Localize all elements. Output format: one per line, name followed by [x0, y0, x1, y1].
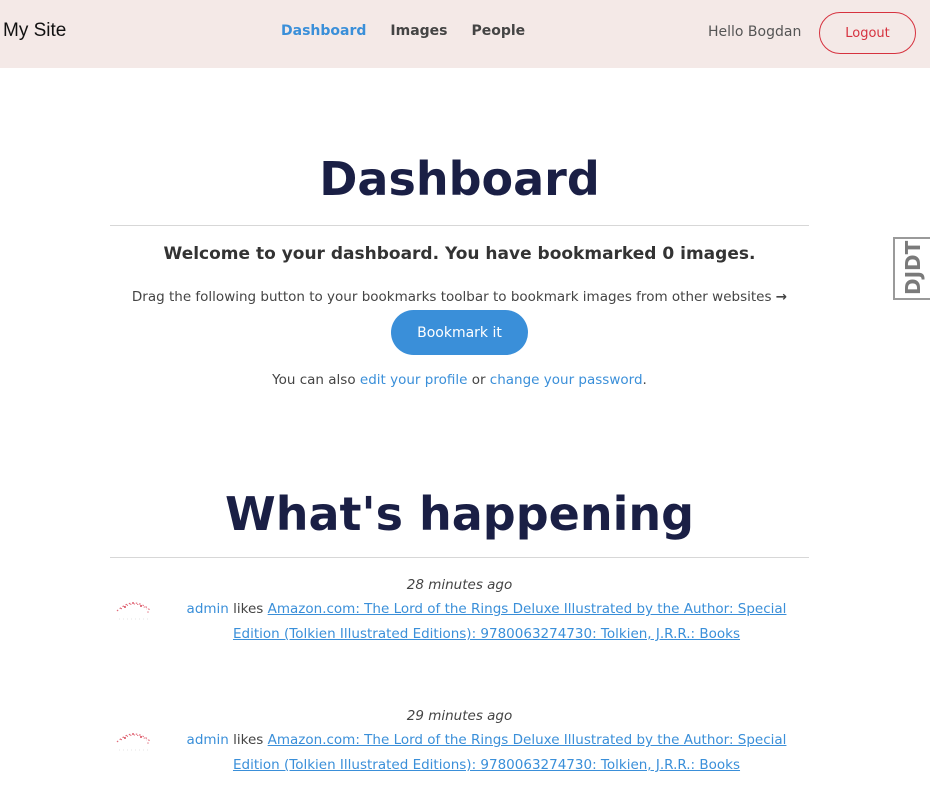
also-prefix: You can also: [272, 372, 356, 388]
bookmarklet-instructions: Drag the following button to your bookma…: [110, 289, 809, 305]
activity-verb: likes: [233, 732, 264, 748]
activity-target-link[interactable]: Amazon.com: The Lord of the Rings Deluxe…: [233, 732, 786, 773]
user-greeting: Hello Bogdan: [708, 24, 802, 40]
activity-item: 29 minutes ago admin likes Amazon.com: T…: [110, 704, 809, 778]
activity-user-link[interactable]: admin: [187, 601, 229, 617]
nav-people[interactable]: People: [471, 23, 525, 39]
django-debug-toolbar-handle[interactable]: DJDT: [893, 237, 930, 300]
period: .: [642, 372, 647, 388]
bookmark-it-button[interactable]: Bookmark it: [391, 310, 528, 355]
arrow-right-icon: →: [775, 289, 788, 305]
welcome-message: Welcome to your dashboard. You have book…: [163, 244, 756, 264]
djdt-label: DJDT: [901, 240, 925, 295]
dashboard-title: Dashboard: [319, 152, 600, 206]
activity-time: 28 minutes ago: [406, 577, 513, 593]
profile-links-text: You can also edit your profile or change…: [110, 372, 809, 388]
dashboard-divider: [110, 225, 809, 226]
top-navbar: My Site Dashboard Images People Hello Bo…: [0, 0, 930, 68]
activity-title: What's happening: [224, 487, 695, 541]
activity-divider: [110, 557, 809, 558]
activity-verb: likes: [233, 601, 264, 617]
nav-images[interactable]: Images: [390, 23, 447, 39]
main-nav: Dashboard Images People: [281, 23, 525, 39]
activity-user-link[interactable]: admin: [187, 732, 229, 748]
edit-profile-link[interactable]: edit your profile: [360, 372, 468, 388]
logout-button[interactable]: Logout: [819, 12, 916, 54]
nav-dashboard[interactable]: Dashboard: [281, 23, 366, 39]
site-brand[interactable]: My Site: [3, 20, 66, 42]
activity-item: 28 minutes ago admin likes Amazon.com: T…: [110, 573, 809, 647]
activity-text: admin likes Amazon.com: The Lord of the …: [164, 597, 809, 647]
change-password-link[interactable]: change your password: [490, 372, 643, 388]
activity-target-link[interactable]: Amazon.com: The Lord of the Rings Deluxe…: [233, 601, 786, 642]
activity-text: admin likes Amazon.com: The Lord of the …: [164, 728, 809, 778]
drag-text: Drag the following button to your bookma…: [131, 289, 772, 305]
or-text: or: [471, 372, 486, 388]
avatar-image[interactable]: [113, 728, 155, 758]
activity-time: 29 minutes ago: [406, 708, 513, 724]
avatar-image[interactable]: [113, 597, 155, 627]
